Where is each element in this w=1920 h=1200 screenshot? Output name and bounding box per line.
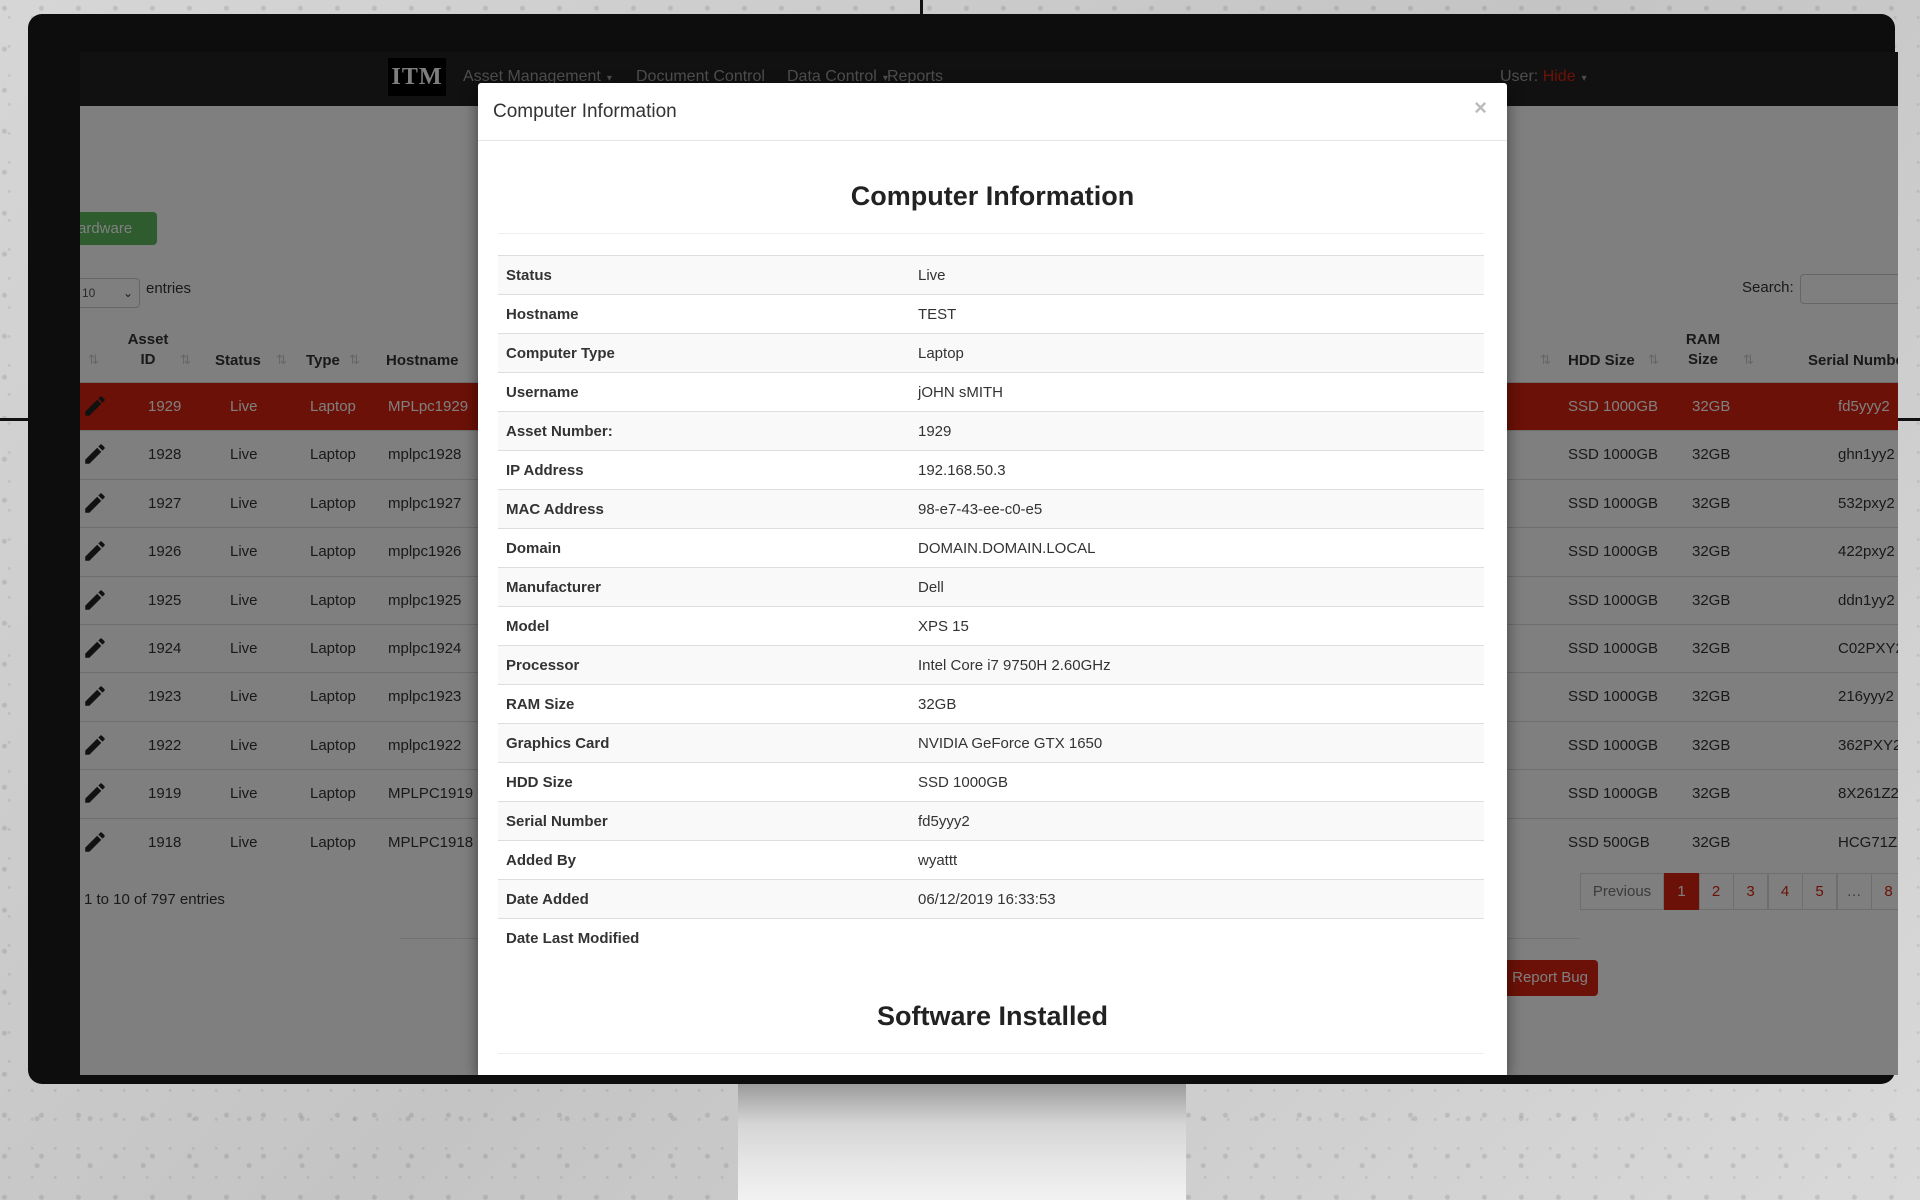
info-key: Status bbox=[506, 267, 552, 284]
info-key: Serial Number bbox=[506, 813, 608, 830]
info-row: Domain DOMAIN.DOMAIN.LOCAL bbox=[498, 528, 1484, 567]
monitor: ITM Asset Management▾ Document Control D… bbox=[28, 14, 1898, 1084]
wall-line bbox=[0, 418, 28, 421]
info-row: Computer Type Laptop bbox=[498, 333, 1484, 372]
info-row: Username jOHN sMITH bbox=[498, 372, 1484, 411]
modal-title: Computer Information bbox=[493, 101, 677, 122]
info-row: Date Last Modified bbox=[498, 918, 1484, 957]
info-key: Graphics Card bbox=[506, 735, 610, 752]
info-value: jOHN sMITH bbox=[918, 384, 1003, 401]
info-row: RAM Size 32GB bbox=[498, 684, 1484, 723]
info-row: MAC Address 98-e7-43-ee-c0-e5 bbox=[498, 489, 1484, 528]
info-value: fd5yyy2 bbox=[918, 813, 970, 830]
info-value: TEST bbox=[918, 306, 957, 323]
info-row: Graphics Card NVIDIA GeForce GTX 1650 bbox=[498, 723, 1484, 762]
modal-header: Computer Information × bbox=[478, 83, 1507, 141]
divider bbox=[498, 1053, 1484, 1054]
info-value: Laptop bbox=[918, 345, 964, 362]
info-value: 32GB bbox=[918, 696, 957, 713]
info-value: Dell bbox=[918, 579, 944, 596]
monitor-stand bbox=[738, 1083, 1186, 1200]
info-row: Asset Number: 1929 bbox=[498, 411, 1484, 450]
software-installed-title: Software Installed bbox=[876, 1001, 1109, 1031]
info-value: Intel Core i7 9750H 2.60GHz bbox=[918, 657, 1111, 674]
info-value: 1929 bbox=[918, 423, 952, 440]
info-key: Asset Number: bbox=[506, 423, 613, 440]
info-key: Computer Type bbox=[506, 345, 615, 362]
close-icon[interactable]: × bbox=[1474, 95, 1487, 121]
info-value: XPS 15 bbox=[918, 618, 969, 635]
info-row: Date Added 06/12/2019 16:33:53 bbox=[498, 879, 1484, 918]
wall-line bbox=[920, 0, 923, 14]
info-value: DOMAIN.DOMAIN.LOCAL bbox=[918, 540, 1096, 557]
section-title: Computer Information bbox=[850, 181, 1135, 211]
info-key: Manufacturer bbox=[506, 579, 602, 596]
info-value: 98-e7-43-ee-c0-e5 bbox=[918, 501, 1043, 518]
info-value: NVIDIA GeForce GTX 1650 bbox=[918, 735, 1103, 752]
info-key: Username bbox=[506, 384, 579, 401]
info-key: Date Last Modified bbox=[506, 930, 640, 947]
info-value: 192.168.50.3 bbox=[918, 462, 1006, 479]
info-row: HDD Size SSD 1000GB bbox=[498, 762, 1484, 801]
info-key: MAC Address bbox=[506, 501, 604, 518]
computer-info-modal: Computer Information × Computer Informat… bbox=[478, 83, 1507, 1075]
info-value: Live bbox=[918, 267, 946, 284]
divider bbox=[498, 233, 1484, 234]
info-row: Status Live bbox=[498, 255, 1484, 294]
info-row: Serial Number fd5yyy2 bbox=[498, 801, 1484, 840]
computer-info-table: Status Live Hostname TEST Computer Type Lapto… bbox=[498, 255, 1484, 957]
screen: ITM Asset Management▾ Document Control D… bbox=[80, 52, 1898, 1075]
info-row: Added By wyattt bbox=[498, 840, 1484, 879]
info-value: wyattt bbox=[918, 852, 958, 869]
info-key: Date Added bbox=[506, 891, 589, 908]
info-value: SSD 1000GB bbox=[918, 774, 1009, 791]
info-key: IP Address bbox=[506, 462, 584, 479]
info-key: Model bbox=[506, 618, 550, 635]
info-key: RAM Size bbox=[506, 696, 575, 713]
info-key: Domain bbox=[506, 540, 562, 557]
info-row: IP Address 192.168.50.3 bbox=[498, 450, 1484, 489]
info-key: Hostname bbox=[506, 306, 579, 323]
info-row: Manufacturer Dell bbox=[498, 567, 1484, 606]
info-row: Hostname TEST bbox=[498, 294, 1484, 333]
info-key: Added By bbox=[506, 852, 577, 869]
info-row: Processor Intel Core i7 9750H 2.60GHz bbox=[498, 645, 1484, 684]
info-row: Model XPS 15 bbox=[498, 606, 1484, 645]
info-key: Processor bbox=[506, 657, 580, 674]
info-value: 06/12/2019 16:33:53 bbox=[918, 891, 1056, 908]
info-key: HDD Size bbox=[506, 774, 573, 791]
